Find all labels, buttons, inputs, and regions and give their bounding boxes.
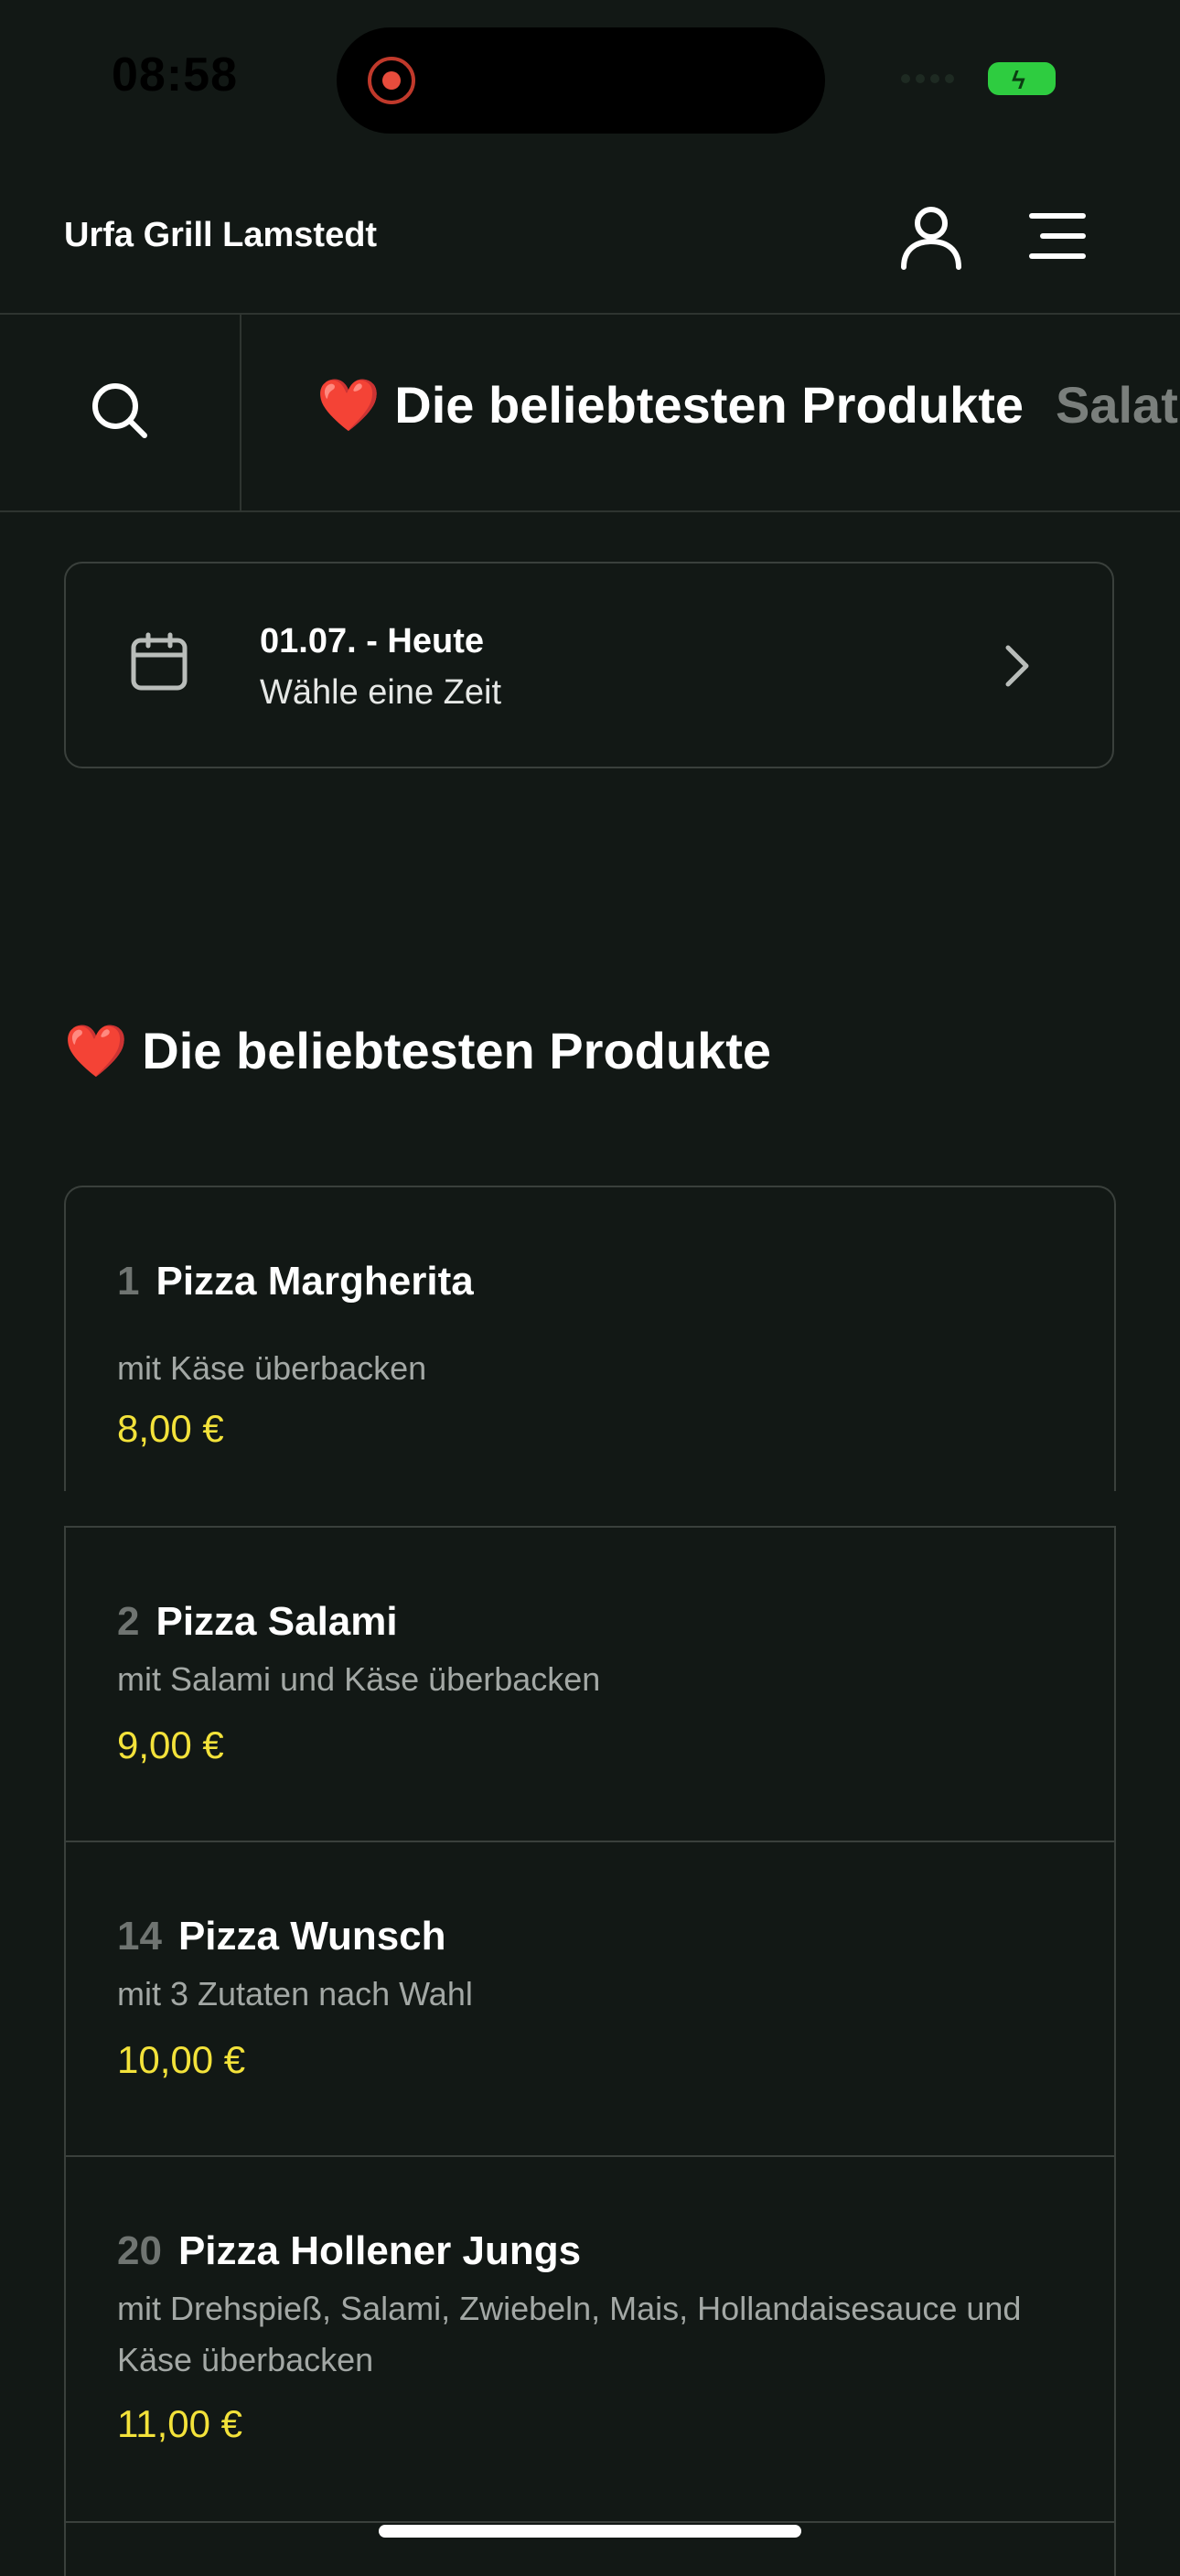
product-number: 20	[117, 2228, 162, 2273]
brand-title[interactable]: Urfa Grill Lamstedt	[64, 216, 377, 255]
product-number: 1	[117, 1259, 140, 1304]
product-price: 11,00 €	[117, 2402, 243, 2445]
product-name: Pizza Margherita	[156, 1259, 474, 1304]
date-subtitle: Wähle eine Zeit	[260, 673, 502, 712]
recording-icon	[368, 57, 415, 104]
dynamic-island	[337, 27, 825, 134]
search-button[interactable]	[0, 315, 241, 510]
chevron-right-icon	[1005, 645, 1029, 687]
signal-icon	[901, 71, 965, 93]
product-description: mit Drehspieß, Salami, Zwiebeln, Mais, H…	[117, 2290, 1022, 2378]
product-description: mit Salami und Käse überbacken	[117, 1660, 601, 1698]
menu-button[interactable]	[1023, 201, 1092, 271]
product-price: 8,00 €	[117, 1407, 224, 1450]
app-header: Urfa Grill Lamstedt	[0, 156, 1180, 315]
menu-icon	[1029, 213, 1086, 259]
battery-icon: ϟ	[988, 62, 1056, 95]
section-title: ❤️ Die beliebtesten Produkte	[64, 1022, 772, 1079]
product-heading: 14 Pizza Wunsch	[117, 1914, 446, 1959]
product-price: 9,00 €	[117, 1723, 224, 1766]
product-card[interactable]: 20 Pizza Hollener Jungs mit Drehspieß, Sa…	[64, 2155, 1116, 2521]
product-heading: 20 Pizza Hollener Jungs	[117, 2228, 581, 2274]
product-number: 14	[117, 1914, 162, 1959]
product-name: Pizza Hollener Jungs	[177, 2228, 582, 2273]
product-card[interactable]: 1 Pizza Margherita mit Käse überbacken 8,…	[64, 1186, 1116, 1491]
product-number: 2	[117, 1599, 140, 1644]
product-name: Pizza Wunsch	[177, 1914, 446, 1959]
user-icon	[901, 207, 961, 270]
product-description: mit 3 Zutaten nach Wahl	[117, 1975, 473, 2012]
product-description: mit Käse überbacken	[117, 1349, 427, 1387]
calendar-icon	[131, 632, 188, 691]
account-button[interactable]	[896, 201, 966, 271]
date-picker[interactable]: 01.07. - Heute Wähle eine Zeit	[64, 562, 1114, 768]
category-bar: ❤️ Die beliebtesten Produkte Salate	[0, 315, 1180, 512]
category-tab-salads[interactable]: Salate	[1056, 375, 1180, 435]
category-tab-popular[interactable]: ❤️ Die beliebtesten Produkte	[316, 375, 1024, 435]
product-card[interactable]: 14 Pizza Wunsch mit 3 Zutaten nach Wahl 1…	[64, 1841, 1116, 2155]
date-title: 01.07. - Heute	[260, 622, 484, 660]
home-indicator	[379, 2525, 801, 2538]
product-heading: 2 Pizza Salami	[117, 1599, 398, 1645]
product-heading: 1 Pizza Margherita	[117, 1259, 474, 1304]
product-price: 10,00 €	[117, 2038, 246, 2081]
product-name: Pizza Salami	[156, 1599, 398, 1644]
status-bar: 08:58 ϟ	[0, 0, 1180, 156]
product-card[interactable]: 2 Pizza Salami mit Salami und Käse überba…	[64, 1526, 1116, 1841]
search-icon	[92, 383, 147, 438]
status-time: 08:58	[112, 48, 238, 102]
